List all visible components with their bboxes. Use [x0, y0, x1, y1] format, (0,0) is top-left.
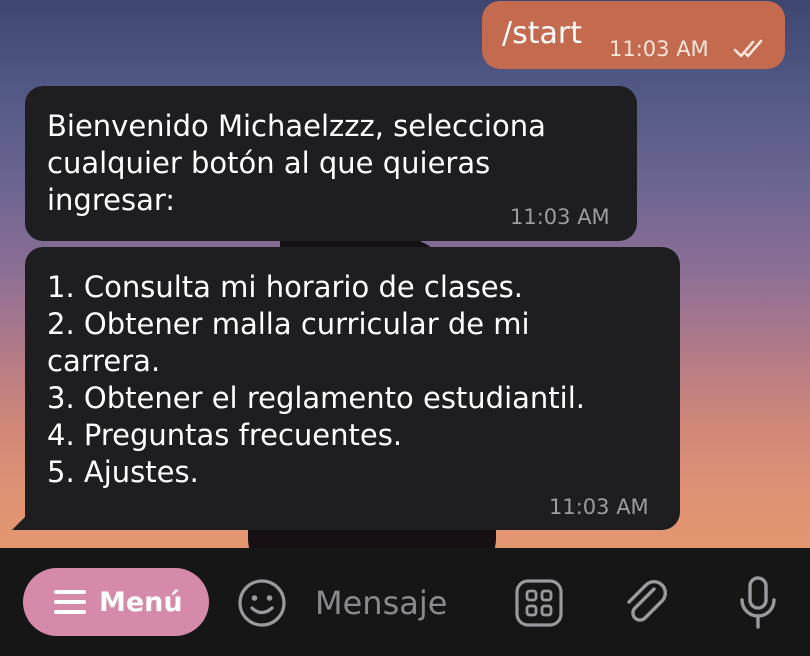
- incoming-message-welcome[interactable]: Bienvenido Michaelzzz, selecciona cualqu…: [25, 86, 637, 241]
- paperclip-icon[interactable]: [620, 577, 672, 629]
- message-time: 11:03 AM: [510, 205, 610, 229]
- option-line: 1. Consulta mi horario de clases.: [47, 270, 523, 304]
- option-line: 2. Obtener malla curricular de mi: [47, 307, 530, 341]
- option-line: 4. Preguntas frecuentes.: [47, 418, 403, 452]
- menu-button[interactable]: Menú: [23, 568, 209, 636]
- option-line: carrera.: [47, 344, 161, 378]
- hamburger-icon: [54, 590, 86, 614]
- menu-button-label: Menú: [99, 586, 183, 618]
- option-line: 3. Obtener el reglamento estudiantil.: [47, 381, 586, 415]
- option-line: 5. Ajustes.: [47, 455, 199, 489]
- message-time: 11:03 AM: [609, 37, 709, 61]
- message-text: /start: [502, 16, 582, 51]
- message-composer-bar: Menú: [0, 548, 810, 656]
- message-line: Bienvenido Michaelzzz, selecciona: [47, 109, 546, 143]
- message-input[interactable]: [305, 574, 495, 632]
- grid-icon[interactable]: [513, 577, 565, 629]
- smiley-icon[interactable]: [236, 577, 288, 629]
- microphone-icon[interactable]: [732, 575, 784, 631]
- chat-screen: /start 11:03 AM Bienvenido Michaelzzz, s…: [0, 0, 810, 656]
- message-time: 11:03 AM: [549, 495, 649, 519]
- outgoing-message-start[interactable]: /start 11:03 AM: [482, 1, 785, 69]
- double-check-icon: [733, 39, 763, 58]
- incoming-message-options[interactable]: 1. Consulta mi horario de clases. 2. Obt…: [25, 247, 680, 530]
- message-line: cualquier botón al que quieras: [47, 146, 491, 180]
